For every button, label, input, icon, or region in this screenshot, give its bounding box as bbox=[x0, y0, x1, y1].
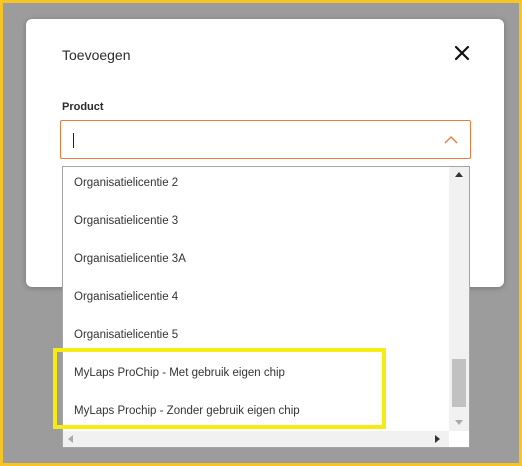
dialog-title: Toevoegen bbox=[62, 47, 131, 63]
close-icon bbox=[454, 45, 470, 61]
triangle-down-icon[interactable] bbox=[449, 414, 469, 430]
close-button[interactable] bbox=[452, 43, 472, 63]
option-organisatielicentie-5[interactable]: Organisatielicentie 5 bbox=[63, 316, 449, 354]
scrollbar-thumb[interactable] bbox=[452, 359, 466, 407]
option-mylaps-prochip-met-eigen-chip[interactable]: MyLaps ProChip - Met gebruik eigen chip bbox=[63, 354, 449, 392]
text-cursor bbox=[73, 133, 74, 148]
horizontal-scrollbar[interactable] bbox=[63, 431, 449, 447]
triangle-right-icon[interactable] bbox=[429, 431, 445, 447]
triangle-left-icon[interactable] bbox=[63, 431, 79, 447]
option-mylaps-prochip-zonder-eigen-chip[interactable]: MyLaps Prochip - Zonder gebruik eigen ch… bbox=[63, 392, 449, 430]
product-select-input[interactable] bbox=[60, 120, 471, 159]
triangle-up-icon[interactable] bbox=[449, 167, 469, 183]
option-organisatielicentie-3a[interactable]: Organisatielicentie 3A bbox=[63, 240, 449, 278]
option-organisatielicentie-2[interactable]: Organisatielicentie 2 bbox=[63, 167, 449, 202]
product-label: Product bbox=[62, 101, 104, 113]
vertical-scrollbar[interactable] bbox=[449, 167, 469, 431]
chevron-up-icon[interactable] bbox=[442, 133, 460, 147]
option-organisatielicentie-3[interactable]: Organisatielicentie 3 bbox=[63, 202, 449, 240]
option-organisatielicentie-4[interactable]: Organisatielicentie 4 bbox=[63, 278, 449, 316]
product-dropdown-list[interactable]: Organisatielicentie 2 Organisatielicenti… bbox=[62, 166, 470, 448]
